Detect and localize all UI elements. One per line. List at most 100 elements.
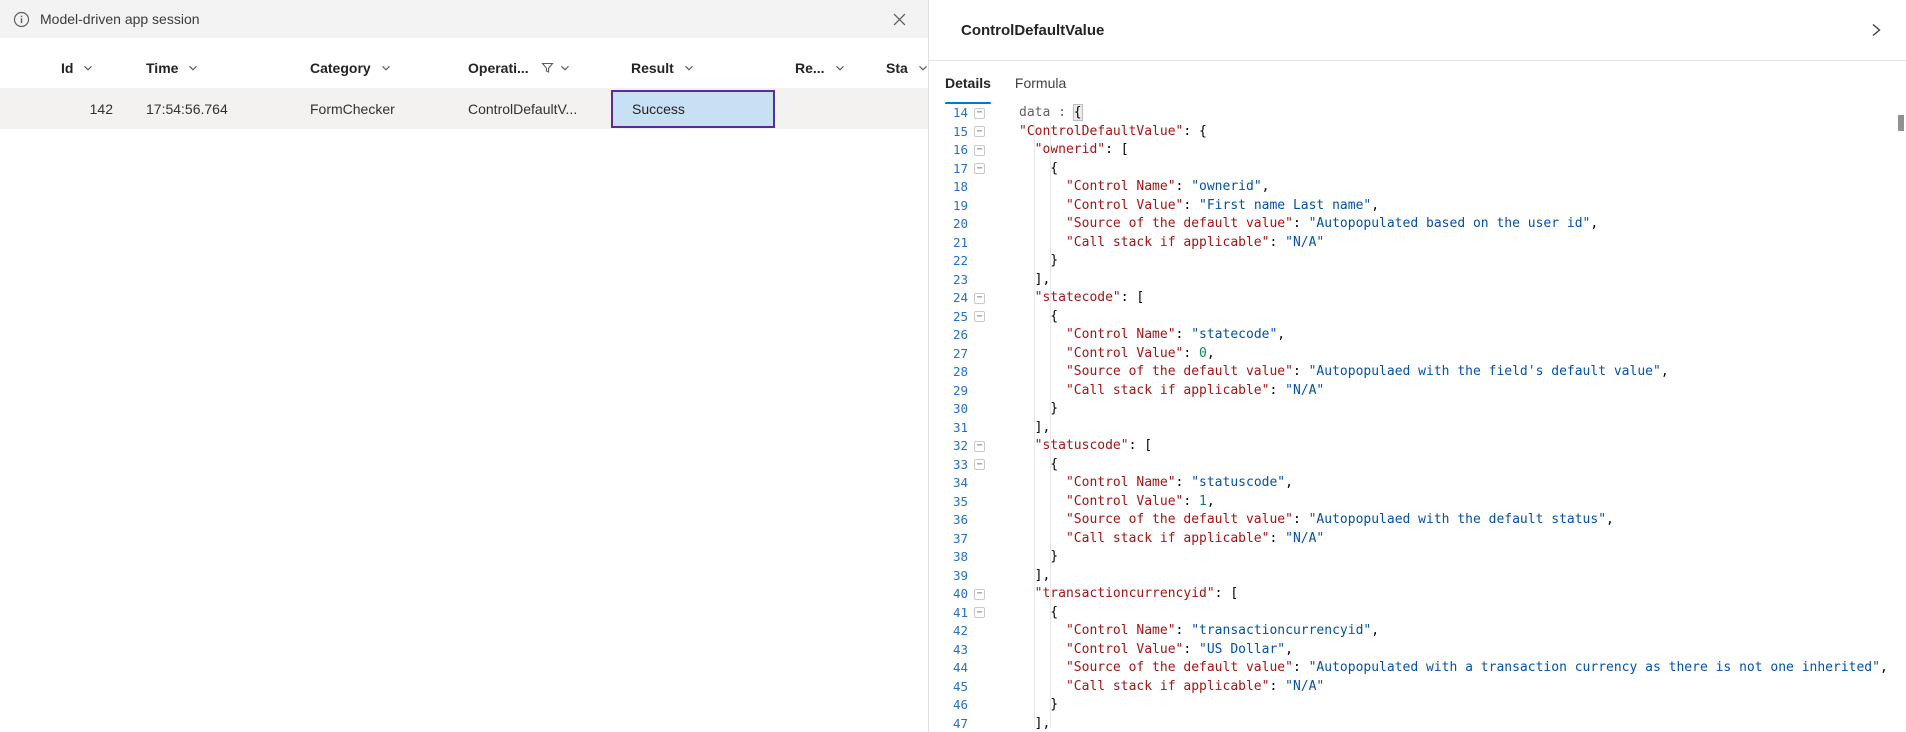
cell-reason[interactable]: [775, 89, 866, 129]
scrollbar-thumb[interactable]: [1898, 115, 1904, 131]
code-line: 15−"ControlDefaultValue": {: [929, 123, 1906, 142]
session-title: Model-driven app session: [40, 11, 200, 27]
chevron-down-icon: [834, 62, 846, 74]
code-text: }: [991, 696, 1058, 715]
line-number: 43: [929, 641, 968, 660]
code-line: 38 }: [929, 548, 1906, 567]
fold-collapse-icon[interactable]: −: [974, 589, 985, 600]
line-number: 35: [929, 493, 968, 512]
column-header-result[interactable]: Result: [611, 60, 775, 76]
code-line: 34 "Control Name": "statuscode",: [929, 474, 1906, 493]
column-header-id[interactable]: Id: [41, 60, 126, 76]
code-text: "Control Value": "US Dollar",: [991, 641, 1293, 660]
fold-gutter: [968, 493, 991, 512]
code-text: "Source of the default value": "Autopopu…: [991, 659, 1888, 678]
line-number: 32: [929, 437, 968, 456]
code-line: 39 ],: [929, 567, 1906, 586]
cell-result[interactable]: Success: [611, 90, 775, 128]
line-number: 21: [929, 234, 968, 253]
fold-gutter: −: [968, 289, 991, 308]
line-number: 25: [929, 308, 968, 327]
code-text: }: [991, 252, 1058, 271]
code-editor[interactable]: 14−data : {15−"ControlDefaultValue": {16…: [929, 104, 1906, 732]
code-line: 26 "Control Name": "statecode",: [929, 326, 1906, 345]
fold-gutter: [968, 215, 991, 234]
code-text: ],: [991, 271, 1050, 290]
fold-collapse-icon[interactable]: −: [974, 145, 985, 156]
chevron-down-icon: [187, 62, 199, 74]
code-text: "Call stack if applicable": "N/A": [991, 382, 1324, 401]
line-number: 42: [929, 622, 968, 641]
line-number: 33: [929, 456, 968, 475]
column-header-reason[interactable]: Re...: [775, 60, 866, 76]
fold-collapse-icon[interactable]: −: [974, 293, 985, 304]
column-header-time[interactable]: Time: [126, 60, 290, 76]
close-button[interactable]: [884, 4, 914, 34]
line-number: 37: [929, 530, 968, 549]
fold-collapse-icon[interactable]: −: [974, 108, 985, 119]
line-number: 36: [929, 511, 968, 530]
code-text: }: [991, 548, 1058, 567]
fold-gutter: [968, 622, 991, 641]
chevron-down-icon: [559, 62, 571, 74]
code-line: 46 }: [929, 696, 1906, 715]
fold-collapse-icon[interactable]: −: [974, 311, 985, 322]
tab-formula[interactable]: Formula: [1007, 61, 1074, 104]
fold-gutter: [968, 326, 991, 345]
code-line: 30 }: [929, 400, 1906, 419]
code-text: ],: [991, 715, 1050, 732]
line-number: 44: [929, 659, 968, 678]
fold-collapse-icon[interactable]: −: [974, 459, 985, 470]
fold-gutter: −: [968, 104, 991, 123]
table-row[interactable]: 14217:54:56.764FormCheckerControlDefault…: [0, 89, 928, 129]
fold-collapse-icon[interactable]: −: [974, 126, 985, 137]
code-text: {: [991, 308, 1058, 327]
fold-gutter: [968, 715, 991, 732]
code-text: {: [991, 456, 1058, 475]
chevron-down-icon: [917, 62, 929, 74]
fold-gutter: [968, 345, 991, 364]
cell-category[interactable]: FormChecker: [290, 89, 448, 129]
code-line: 33− {: [929, 456, 1906, 475]
code-text: "ownerid": [: [991, 141, 1129, 160]
chevron-right-icon[interactable]: [1864, 18, 1888, 42]
fold-gutter: −: [968, 437, 991, 456]
line-number: 15: [929, 123, 968, 142]
code-line: 19 "Control Value": "First name Last nam…: [929, 197, 1906, 216]
code-text: "Call stack if applicable": "N/A": [991, 678, 1324, 697]
cell-operation[interactable]: ControlDefaultV...: [448, 89, 611, 129]
line-number: 30: [929, 400, 968, 419]
code-line: 14−data : {: [929, 104, 1906, 123]
code-line: 17− {: [929, 160, 1906, 179]
code-line: 16− "ownerid": [: [929, 141, 1906, 160]
column-header-category[interactable]: Category: [290, 60, 448, 76]
session-panel: Model-driven app session IdTime Category O…: [0, 0, 929, 732]
code-line: 40− "transactioncurrencyid": [: [929, 585, 1906, 604]
code-text: "Control Name": "ownerid",: [991, 178, 1269, 197]
code-line: 23 ],: [929, 271, 1906, 290]
chevron-down-icon: [683, 62, 695, 74]
code-line: 25− {: [929, 308, 1906, 327]
details-tabs: DetailsFormula: [929, 61, 1906, 104]
column-header-operation[interactable]: Operati...: [448, 60, 611, 76]
code-line: 42 "Control Name": "transactioncurrencyi…: [929, 622, 1906, 641]
cell-time[interactable]: 17:54:56.764: [126, 89, 290, 129]
column-header-status[interactable]: Sta: [866, 60, 929, 76]
fold-gutter: [968, 234, 991, 253]
fold-collapse-icon[interactable]: −: [974, 163, 985, 174]
fold-gutter: [968, 659, 991, 678]
code-text: ],: [991, 567, 1050, 586]
line-number: 39: [929, 567, 968, 586]
cell-status[interactable]: [866, 89, 929, 129]
code-text: "Source of the default value": "Autopopu…: [991, 215, 1598, 234]
fold-gutter: [968, 197, 991, 216]
code-line: 20 "Source of the default value": "Autop…: [929, 215, 1906, 234]
column-label: Category: [310, 60, 371, 76]
cell-id[interactable]: 142: [41, 89, 126, 129]
fold-collapse-icon[interactable]: −: [974, 607, 985, 618]
fold-gutter: [968, 271, 991, 290]
code-line: 24− "statecode": [: [929, 289, 1906, 308]
code-line: 47 ],: [929, 715, 1906, 732]
fold-collapse-icon[interactable]: −: [974, 441, 985, 452]
tab-details[interactable]: Details: [937, 61, 999, 104]
